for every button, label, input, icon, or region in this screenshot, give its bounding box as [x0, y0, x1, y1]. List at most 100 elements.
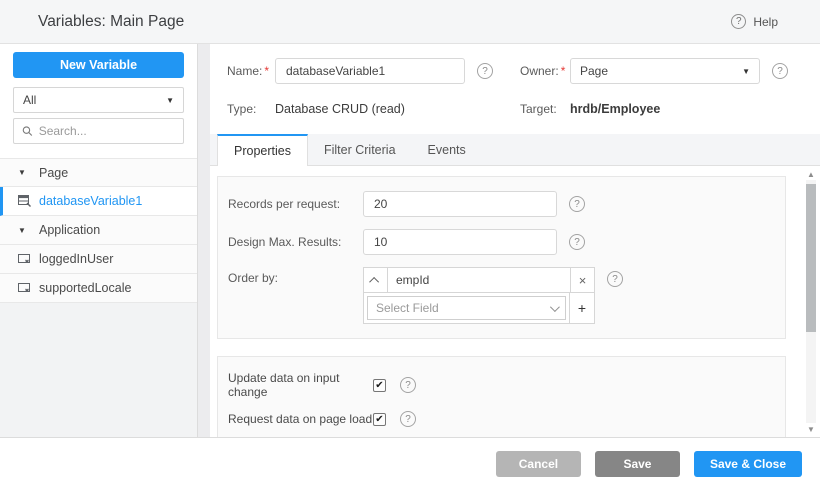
design-max-help-icon[interactable]: ?	[569, 234, 585, 250]
variable-detail-pane: Name:* ? Owner:* Page ▼ ? Type: Database…	[210, 44, 820, 437]
request-data-checkbox-label: Request data on page load	[228, 412, 373, 426]
dialog-footer: Cancel Save Save & Close	[0, 437, 820, 490]
help-icon: ?	[731, 14, 746, 29]
tree-group-label: Application	[39, 223, 100, 237]
tree-item-label: supportedLocale	[39, 281, 131, 295]
records-per-request-input[interactable]	[363, 191, 557, 217]
update-data-on-input-change-row: Update data on input change ✔ ?	[228, 371, 785, 399]
save-and-close-button[interactable]: Save & Close	[694, 451, 802, 477]
cancel-button[interactable]: Cancel	[496, 451, 581, 477]
update-data-help-icon[interactable]: ?	[400, 377, 416, 393]
scroll-down-arrow-icon[interactable]: ▼	[807, 423, 815, 435]
sort-ascending-toggle[interactable]	[364, 268, 388, 292]
order-by-add-row: Select Field +	[364, 292, 594, 323]
design-max-results-input[interactable]	[363, 229, 557, 255]
check-icon: ✔	[375, 380, 383, 391]
order-by-field-value: empId	[388, 268, 570, 292]
records-per-request-label: Records per request:	[228, 197, 363, 211]
order-by-entry: empId ×	[364, 268, 594, 292]
database-variable-icon	[18, 195, 32, 207]
order-by-widget: empId × Select Field +	[363, 267, 595, 324]
records-help-icon[interactable]: ?	[569, 196, 585, 212]
caret-down-icon: ▼	[166, 96, 174, 105]
order-by-help-icon[interactable]: ?	[607, 271, 623, 287]
static-variable-icon	[18, 282, 32, 294]
title-bar: Variables: Main Page ? Help	[0, 0, 820, 44]
tree-item-loggedinuser[interactable]: loggedInUser	[0, 245, 197, 274]
owner-select[interactable]: Page ▼	[570, 58, 760, 84]
variables-sidebar: New Variable All ▼ ▼ Page	[0, 44, 198, 437]
sidebar-controls: New Variable All ▼	[0, 44, 197, 152]
tab-filter-criteria[interactable]: Filter Criteria	[308, 134, 412, 165]
scrollbar-thumb[interactable]	[806, 184, 816, 332]
tree-item-databasevariable1[interactable]: databaseVariable1	[0, 187, 197, 216]
type-label: Type:	[227, 102, 275, 116]
page-title: Variables: Main Page	[38, 13, 184, 31]
variable-filter-select[interactable]: All ▼	[13, 87, 184, 113]
target-value: hrdb/Employee	[570, 102, 660, 116]
detail-tabs: Properties Filter Criteria Events	[210, 134, 820, 166]
name-label: Name:*	[227, 64, 275, 78]
search-icon	[22, 125, 33, 137]
behavior-panel: Update data on input change ✔ ? Request …	[217, 356, 786, 437]
check-icon: ✔	[375, 414, 383, 425]
variable-header-form: Name:* ? Owner:* Page ▼ ? Type: Database…	[210, 44, 820, 134]
variables-dialog: Variables: Main Page ? Help New Variable…	[0, 0, 820, 490]
name-help-icon[interactable]: ?	[477, 63, 493, 79]
records-per-request-row: Records per request: ?	[228, 191, 785, 217]
tree-item-supportedlocale[interactable]: supportedLocale	[0, 274, 197, 303]
variables-tree: ▼ Page databaseVariable1 ▼	[0, 158, 197, 303]
caret-down-icon: ▼	[18, 168, 32, 177]
add-order-field-button[interactable]: +	[570, 293, 594, 323]
caret-down-icon: ▼	[742, 67, 750, 76]
owner-label: Owner:*	[520, 64, 570, 78]
request-data-help-icon[interactable]: ?	[400, 411, 416, 427]
owner-help-icon[interactable]: ?	[772, 63, 788, 79]
tree-item-label: databaseVariable1	[39, 194, 142, 208]
tab-properties[interactable]: Properties	[217, 134, 308, 166]
design-max-results-label: Design Max. Results:	[228, 235, 363, 249]
order-by-label: Order by:	[228, 271, 363, 285]
filter-selected-value: All	[23, 93, 36, 107]
properties-tab-content: Records per request: ? Design Max. Resul…	[210, 166, 820, 437]
help-link[interactable]: ? Help	[731, 14, 778, 29]
caret-down-icon: ▼	[18, 226, 32, 235]
dialog-body: New Variable All ▼ ▼ Page	[0, 44, 820, 437]
order-by-row: Order by: empId × Select Field	[228, 267, 785, 324]
tree-group-label: Page	[39, 166, 68, 180]
target-label: Target:	[520, 102, 570, 116]
sidebar-empty-area	[0, 303, 197, 437]
new-variable-button[interactable]: New Variable	[13, 52, 184, 78]
content-scrollbar[interactable]: ▲ ▼	[804, 168, 818, 435]
data-settings-panel: Records per request: ? Design Max. Resul…	[217, 176, 786, 339]
request-data-on-page-load-row: Request data on page load ✔ ?	[228, 411, 785, 427]
select-field-dropdown[interactable]: Select Field	[367, 296, 566, 320]
update-data-checkbox[interactable]: ✔	[373, 379, 386, 392]
sidebar-gutter	[198, 44, 210, 437]
search-input[interactable]	[39, 124, 175, 138]
required-marker: *	[561, 64, 566, 78]
search-box[interactable]	[13, 118, 184, 144]
tab-events[interactable]: Events	[412, 134, 482, 165]
request-data-checkbox[interactable]: ✔	[373, 413, 386, 426]
static-variable-icon	[18, 253, 32, 265]
design-max-results-row: Design Max. Results: ?	[228, 229, 785, 255]
save-button[interactable]: Save	[595, 451, 680, 477]
tree-group-application[interactable]: ▼ Application	[0, 216, 197, 245]
tree-item-label: loggedInUser	[39, 252, 113, 266]
name-owner-row: Name:* ? Owner:* Page ▼ ?	[210, 58, 820, 84]
update-data-checkbox-label: Update data on input change	[228, 371, 373, 399]
type-target-row: Type: Database CRUD (read) Target: hrdb/…	[210, 96, 820, 122]
select-field-placeholder: Select Field	[376, 301, 439, 315]
name-input[interactable]	[275, 58, 465, 84]
chevron-up-icon	[369, 276, 379, 286]
owner-selected-value: Page	[580, 64, 608, 78]
chevron-down-icon	[550, 302, 560, 312]
remove-order-field-button[interactable]: ×	[570, 268, 594, 292]
required-marker: *	[264, 64, 269, 78]
tree-group-page[interactable]: ▼ Page	[0, 158, 197, 187]
help-label: Help	[753, 15, 778, 29]
scrollbar-track[interactable]	[806, 180, 816, 423]
scroll-up-arrow-icon[interactable]: ▲	[807, 168, 815, 180]
type-value: Database CRUD (read)	[275, 102, 405, 116]
